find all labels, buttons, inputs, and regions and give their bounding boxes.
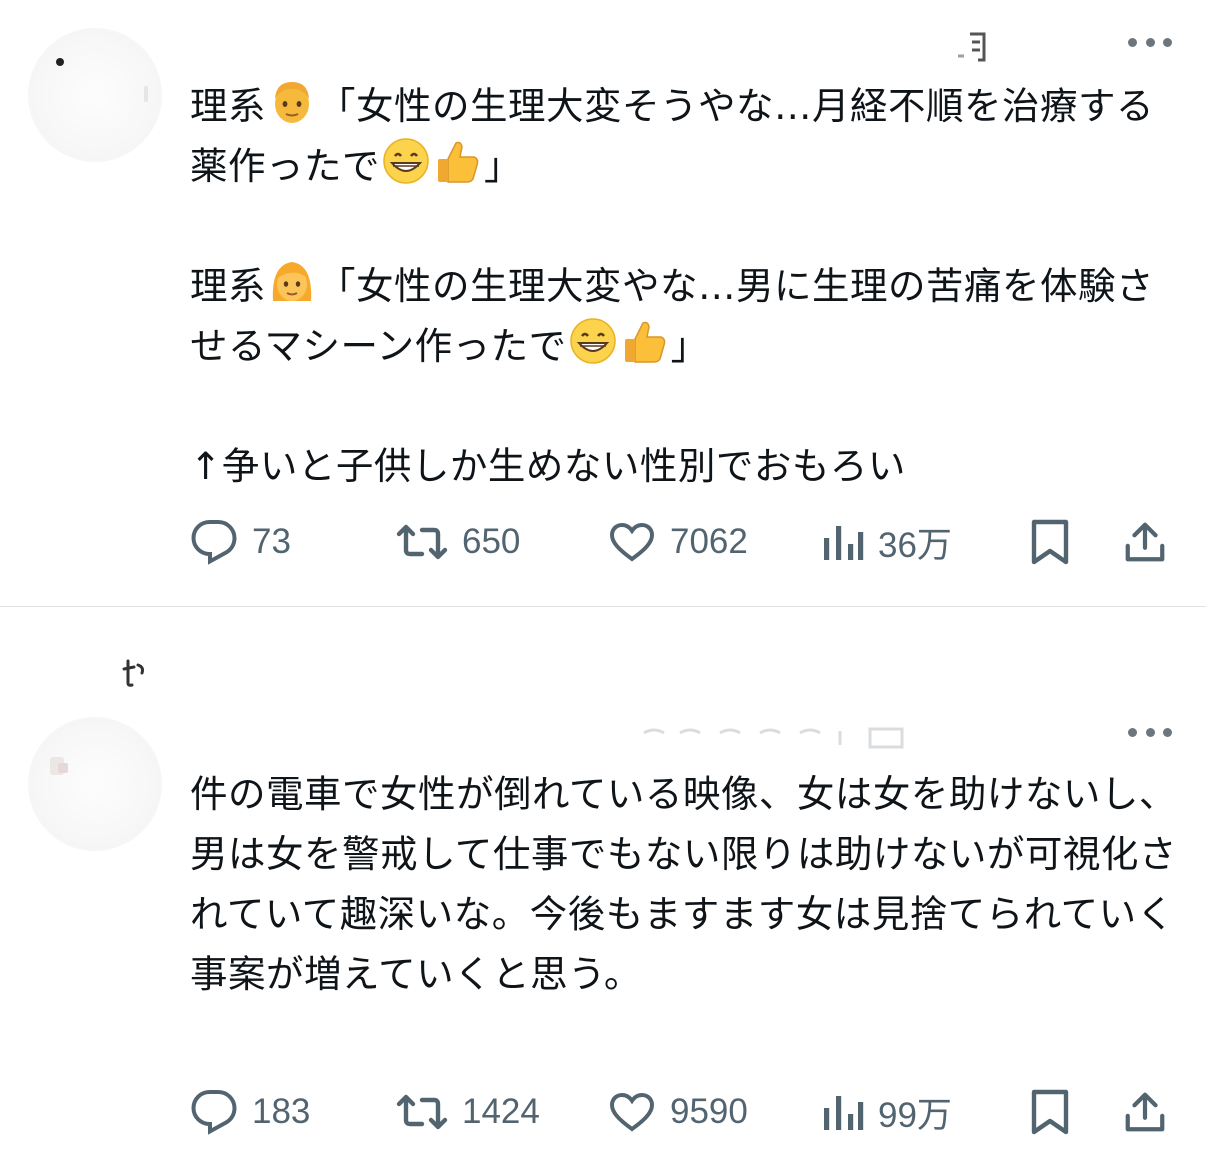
avatar[interactable] [28, 717, 162, 851]
like-count: 9590 [670, 1092, 748, 1131]
bookmark-icon [1031, 519, 1069, 565]
reply-icon [191, 520, 237, 565]
share-button[interactable] [1122, 512, 1168, 572]
avatar-mark [56, 58, 64, 66]
tweet-text: 理系 「女性の生理大変そうやな…月経不順を治療する薬作ったで 」 理系 「女性の… [190, 76, 1190, 496]
thumbs-up-emoji [624, 321, 665, 363]
avatar-mark [58, 763, 68, 773]
action-bar: 183 1424 9590 99万 [190, 1082, 1180, 1142]
bookmark-button[interactable] [1028, 1082, 1072, 1142]
tweet-text: 件の電車で女性が倒れている映像、女は女を助けないし、男は女を警戒して仕事でもない… [190, 772, 1177, 996]
retweet-icon [396, 524, 448, 560]
bookmark-icon [1031, 1089, 1069, 1135]
views-count: 99万 [878, 1095, 952, 1135]
like-count: 7062 [670, 522, 748, 561]
faint-glyph [958, 32, 986, 62]
avatar-mark [144, 86, 148, 102]
social-context [122, 652, 152, 692]
share-button[interactable] [1122, 1082, 1168, 1142]
text-segment: 理系 [190, 84, 266, 128]
man-emoji [275, 82, 309, 123]
avatar[interactable] [28, 28, 162, 162]
like-button[interactable]: 9590 [608, 1082, 748, 1142]
tweet-2[interactable]: 件の電車で女性が倒れている映像、女は女を助けないし、男は女を警戒して仕事でもない… [0, 607, 1206, 1172]
like-icon [609, 522, 655, 562]
tweet-1[interactable]: ​ 理系 「女性の生理大変そうやな…月経不順を治療する薬作ったで 」 理系 [0, 0, 1206, 606]
reply-context-glyph [122, 659, 144, 687]
reply-icon [191, 1090, 237, 1135]
grinning-emoji [569, 318, 616, 364]
views-icon [824, 1096, 864, 1130]
thumbs-up-emoji [438, 141, 479, 183]
views-button[interactable]: 36万 [820, 512, 952, 572]
reply-button[interactable]: 73 [190, 512, 291, 572]
action-bar: 73 650 7062 36万 [190, 512, 1180, 572]
retweet-icon [396, 1094, 448, 1130]
bookmark-button[interactable] [1028, 512, 1072, 572]
share-icon [1125, 522, 1165, 562]
more-icon[interactable] [1128, 36, 1172, 48]
grinning-emoji [383, 138, 429, 184]
retweet-count: 650 [462, 522, 521, 561]
reply-count: 183 [252, 1092, 311, 1131]
retweet-button[interactable]: 650 [396, 512, 520, 572]
like-button[interactable]: 7062 [608, 512, 748, 572]
share-icon [1125, 1092, 1165, 1132]
reply-count: 73 [252, 522, 291, 561]
retweet-count: 1424 [462, 1092, 540, 1131]
faint-timestamp [640, 725, 940, 751]
views-icon [824, 526, 864, 560]
more-icon[interactable] [1128, 726, 1172, 738]
views-button[interactable]: 99万 [820, 1082, 952, 1142]
like-icon [609, 1092, 655, 1132]
reply-button[interactable]: 183 [190, 1082, 310, 1142]
woman-emoji [272, 262, 312, 301]
text-segment: 「女性の生理大変そうやな…月経不順を治療する薬作ったで [190, 84, 1154, 188]
views-count: 36万 [878, 525, 952, 565]
retweet-button[interactable]: 1424 [396, 1082, 540, 1142]
